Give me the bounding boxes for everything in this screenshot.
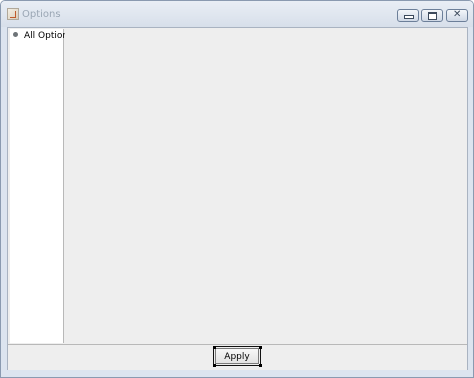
minimize-button[interactable] <box>397 9 419 22</box>
maximize-button[interactable] <box>421 9 443 22</box>
java-cup-icon <box>7 8 19 20</box>
close-icon: ✕ <box>453 9 462 20</box>
selection-handle <box>259 346 262 349</box>
options-content-panel <box>65 29 465 343</box>
bullet-icon <box>13 32 18 37</box>
options-tree[interactable]: All Options <box>10 29 73 343</box>
apply-button[interactable]: Apply <box>213 346 261 366</box>
selection-handle <box>213 346 216 349</box>
maximize-icon <box>428 12 437 20</box>
selection-handle <box>213 364 216 367</box>
options-window: Options ✕ All Options Apply <box>0 0 474 378</box>
window-title: Options <box>22 9 61 20</box>
window-bottom-border <box>1 370 473 377</box>
selection-handle <box>259 364 262 367</box>
dialog-content: All Options Apply <box>7 27 468 370</box>
tree-item-all-options[interactable]: All Options <box>13 31 73 41</box>
title-bar[interactable]: Options ✕ <box>1 1 473 27</box>
minimize-icon <box>404 15 414 19</box>
close-button[interactable]: ✕ <box>446 9 468 22</box>
button-bar: Apply <box>8 344 467 370</box>
